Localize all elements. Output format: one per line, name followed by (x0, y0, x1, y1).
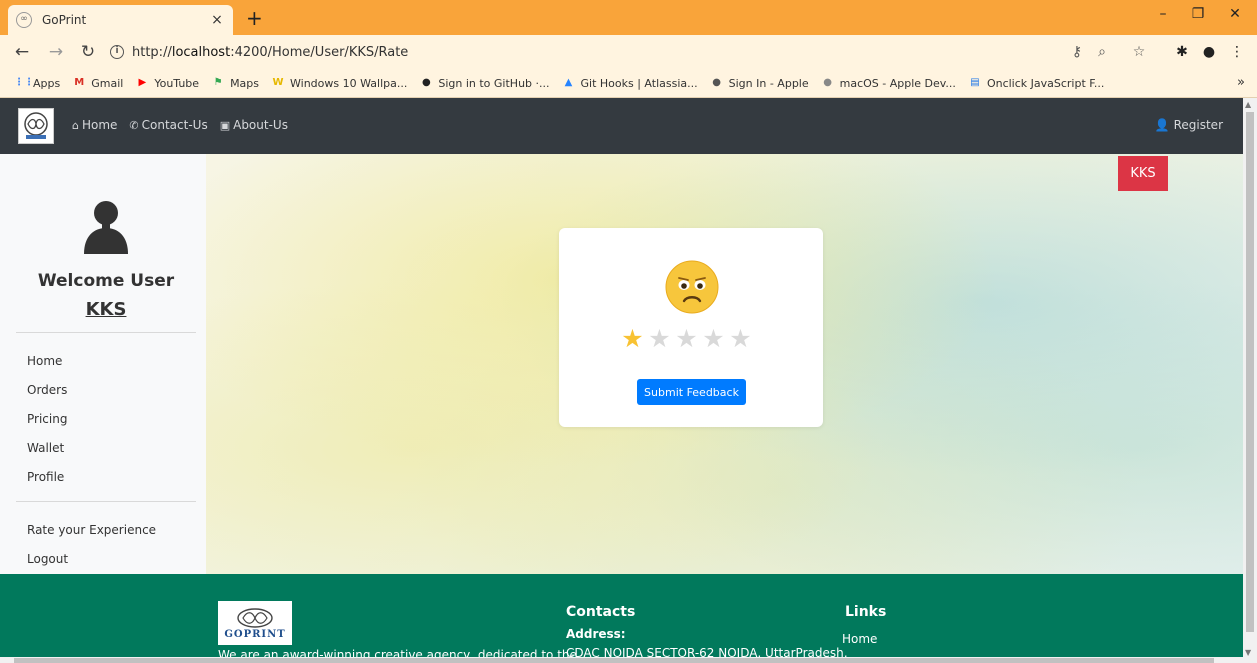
atlassian-icon: ▲ (564, 77, 573, 88)
infinity-logo-icon (24, 112, 48, 139)
gmail-icon: M (74, 77, 85, 88)
bookmark-label: Onclick JavaScript F... (986, 76, 1105, 90)
sidebar-username[interactable]: KKS (16, 299, 196, 320)
site-info-icon[interactable]: i (110, 45, 124, 59)
sidebar-item-logout[interactable]: Logout (27, 552, 68, 566)
close-window-button[interactable]: ✕ (1225, 6, 1245, 22)
phone-icon: ✆ (129, 118, 139, 132)
register-link[interactable]: 👤 Register (1155, 118, 1223, 132)
bookmark-label: Windows 10 Wallpa... (290, 76, 408, 90)
scrollbar-thumb[interactable] (14, 658, 1214, 663)
maximize-button[interactable]: ❐ (1188, 6, 1208, 22)
bookmark-star-icon[interactable]: ☆ (1130, 44, 1148, 60)
menu-kebab-icon[interactable]: ⋮ (1228, 44, 1246, 60)
rating-star-icon[interactable]: ★ (673, 325, 700, 353)
bookmark-label: Maps (230, 76, 260, 90)
nav-home-link[interactable]: ⌂ Home (72, 118, 117, 132)
infinity-logo-icon (237, 607, 273, 628)
apple-icon: ● (823, 77, 832, 88)
forward-arrow-icon[interactable]: → (46, 42, 66, 62)
bookmark-label: YouTube (154, 76, 200, 90)
apps-grid-icon: ⋮⋮ (14, 77, 34, 88)
bookmark-item[interactable]: M Gmail (72, 77, 123, 90)
sidebar-item-home[interactable]: Home (27, 354, 62, 368)
sidebar-item-profile[interactable]: Profile (27, 470, 64, 484)
sidebar-divider (16, 332, 196, 333)
footer-links-heading: Links (845, 604, 887, 620)
scrollbar-thumb[interactable] (1246, 112, 1254, 632)
bookmark-label: macOS - Apple Dev... (839, 76, 956, 90)
submit-feedback-button[interactable]: Submit Feedback (637, 379, 746, 405)
scroll-up-icon[interactable]: ▲ (1245, 100, 1251, 109)
youtube-icon: ▶ (138, 77, 147, 88)
maps-icon: ⚑ (213, 77, 223, 88)
user-avatar-icon (84, 201, 128, 254)
profile-avatar-icon[interactable]: ● (1200, 44, 1218, 60)
new-tab-button[interactable]: + (246, 6, 263, 30)
rating-star-icon[interactable]: ★ (619, 325, 646, 353)
bookmarks-overflow-icon[interactable]: » (1237, 75, 1245, 90)
bookmark-item[interactable]: ▶ YouTube (135, 77, 199, 90)
bookmark-label: Apps (33, 76, 61, 90)
bookmark-item[interactable]: ⋮⋮ Apps (14, 77, 60, 90)
footer-link-home[interactable]: Home (842, 632, 877, 646)
browser-toolbar: ← → ↻ i http://localhost:4200/Home/User/… (0, 35, 1257, 69)
bookmark-label: Sign in to GitHub ·... (438, 76, 550, 90)
extensions-puzzle-icon[interactable]: ✱ (1173, 44, 1191, 60)
tab-title: GoPrint (42, 13, 87, 27)
sidebar-item-pricing[interactable]: Pricing (27, 412, 67, 426)
bookmark-label: Sign In - Apple (728, 76, 809, 90)
footer-address-label: Address: (566, 627, 626, 641)
zoom-icon[interactable]: ⌕ (1093, 44, 1111, 60)
scroll-down-icon[interactable]: ▼ (1245, 648, 1251, 657)
url-text: http://localhost:4200/Home/User/KKS/Rate (132, 44, 409, 60)
bookmark-item[interactable]: ⚑ Maps (211, 77, 259, 90)
nav-contact-link[interactable]: ✆ Contact-Us (129, 118, 207, 132)
footer-logo: GOPRINT (218, 601, 292, 645)
bookmark-label: Gmail (91, 76, 124, 90)
goprint-logo[interactable] (18, 108, 54, 144)
key-icon[interactable]: ⚷ (1068, 44, 1086, 60)
github-icon: ● (421, 77, 431, 88)
wallpaper-icon: W (272, 77, 284, 88)
document-icon: ▤ (970, 77, 980, 88)
footer-contacts-heading: Contacts (566, 604, 636, 620)
home-icon: ⌂ (72, 118, 79, 132)
rating-star-icon[interactable]: ★ (700, 325, 727, 353)
navbar-links: ⌂ Home ✆ Contact-Us ▣ About-Us (72, 118, 300, 132)
bookmark-label: Git Hooks | Atlassia... (580, 76, 698, 90)
welcome-heading: Welcome User (37, 271, 175, 291)
vertical-scrollbar[interactable]: ▲ ▼ (1243, 98, 1257, 663)
minimize-button[interactable]: – (1153, 6, 1173, 22)
sidebar-item-rate-experience[interactable]: Rate your Experience (27, 523, 156, 537)
bookmarks-bar: ⋮⋮ Apps M Gmail ▶ YouTube ⚑ Maps W Windows 10 Wal… (0, 69, 1257, 98)
apple-icon: ● (712, 77, 721, 88)
rating-star-icon[interactable]: ★ (646, 325, 673, 353)
sad-face-emoji-icon (665, 260, 719, 314)
bookmark-item[interactable]: ▤ Onclick JavaScript F... (968, 77, 1104, 90)
sidebar-item-wallet[interactable]: Wallet (27, 441, 64, 455)
bookmark-item[interactable]: ▲ Git Hooks | Atlassia... (562, 77, 698, 90)
footer-brand-text: GOPRINT (224, 628, 286, 640)
bookmark-item[interactable]: W Windows 10 Wallpa... (271, 76, 408, 90)
browser-tab[interactable]: ∞ GoPrint × (8, 5, 233, 35)
address-bar[interactable]: i http://localhost:4200/Home/User/KKS/Ra… (102, 39, 1162, 65)
sidebar-divider (16, 501, 196, 502)
bookmark-item[interactable]: ● Sign in to GitHub ·... (419, 76, 550, 90)
sidebar-item-orders[interactable]: Orders (27, 383, 67, 397)
tab-close-icon[interactable]: × (209, 12, 225, 28)
rating-star-icon[interactable]: ★ (727, 325, 754, 353)
goprint-favicon-icon: ∞ (16, 12, 32, 28)
browser-titlebar: ∞ GoPrint × + – ❐ ✕ (0, 0, 1257, 35)
reload-icon[interactable]: ↻ (78, 42, 98, 62)
user-badge-button[interactable]: KKS (1118, 156, 1168, 191)
id-card-icon: ▣ (219, 118, 231, 132)
star-rating: ★ ★ ★ ★ ★ (619, 325, 754, 353)
user-plus-icon: 👤 (1154, 118, 1170, 132)
back-arrow-icon[interactable]: ← (12, 42, 32, 62)
bookmark-item[interactable]: ● macOS - Apple Dev... (821, 77, 956, 90)
bookmark-item[interactable]: ● Sign In - Apple (710, 76, 809, 90)
horizontal-scrollbar[interactable] (0, 657, 1243, 663)
nav-about-link[interactable]: ▣ About-Us (220, 118, 288, 132)
